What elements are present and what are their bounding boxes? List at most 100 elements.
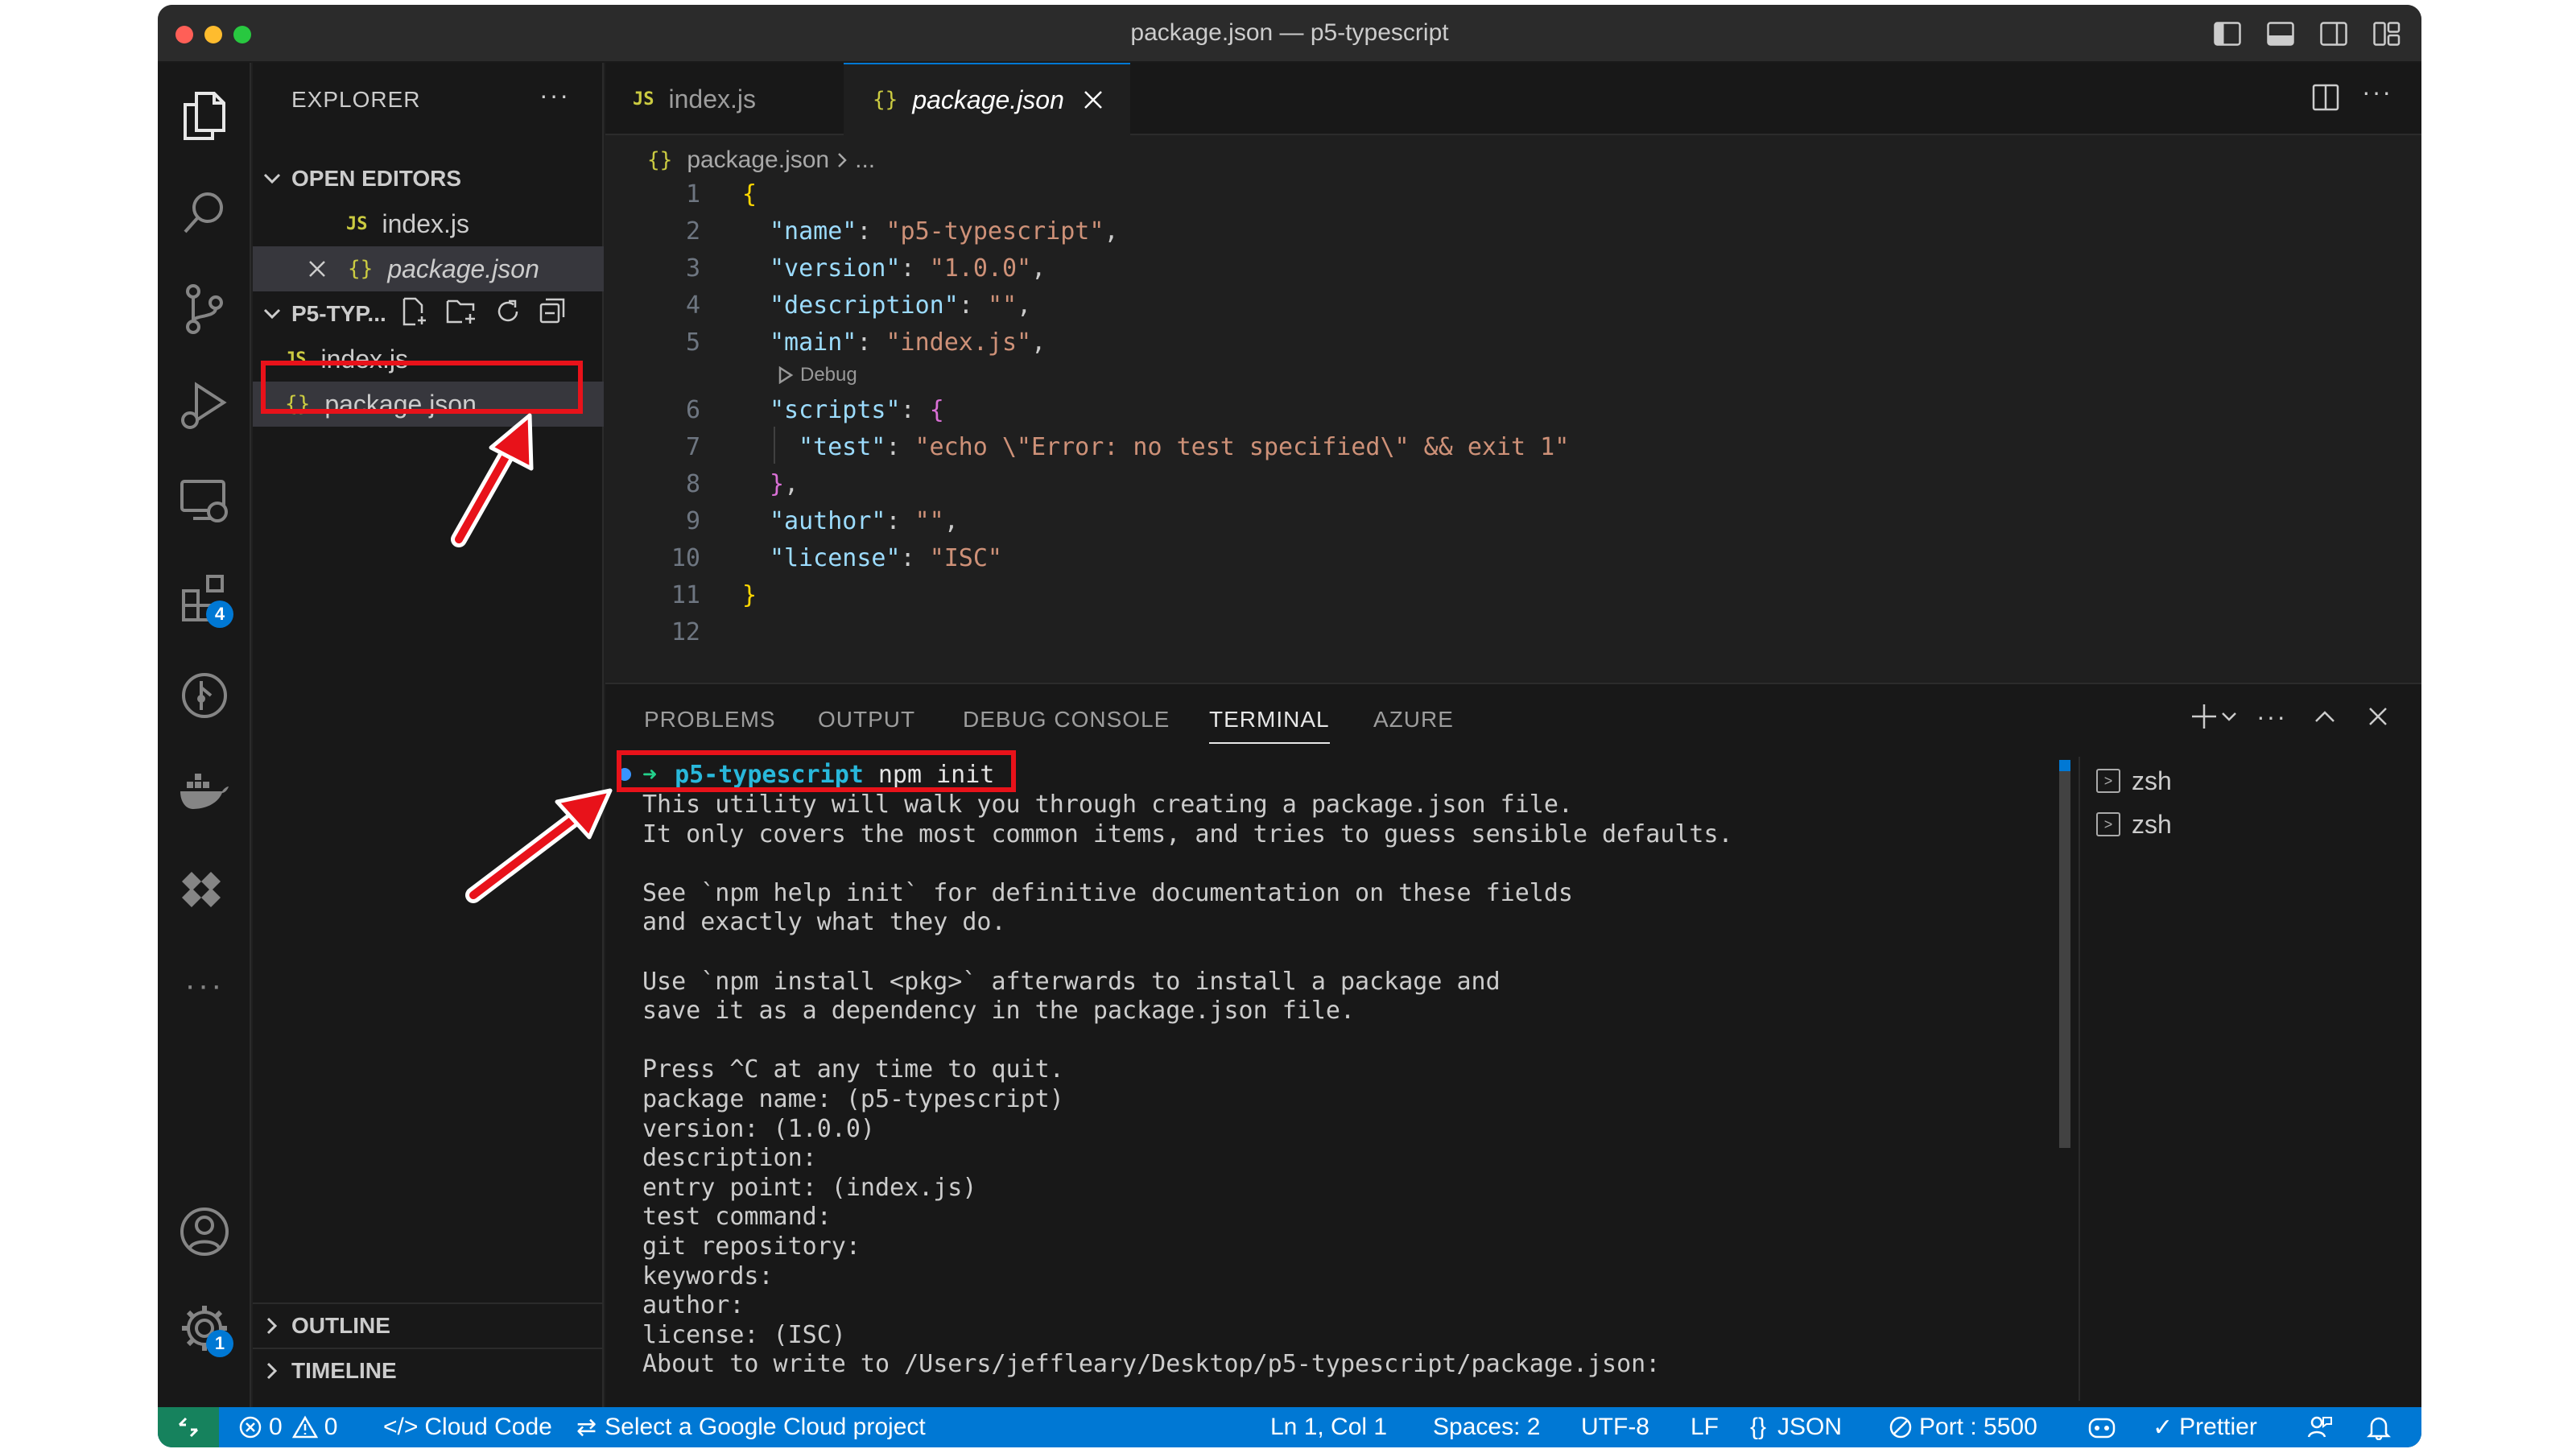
terminal-instance[interactable]: > zsh xyxy=(2096,807,2172,842)
toggle-primary-sidebar-icon[interactable] xyxy=(2211,19,2244,48)
new-file-icon[interactable] xyxy=(399,297,428,332)
terminal-output[interactable]: This utility will walk you through creat… xyxy=(642,791,2059,1380)
copilot-icon[interactable] xyxy=(2087,1407,2117,1447)
feedback-icon[interactable] xyxy=(2307,1407,2333,1447)
open-editors-label: OPEN EDITORS xyxy=(291,166,462,191)
terminal-icon: > xyxy=(2096,769,2120,793)
explorer-icon[interactable] xyxy=(172,84,237,148)
line-number: 12 xyxy=(671,618,700,646)
encoding-status[interactable]: UTF-8 xyxy=(1581,1407,1649,1447)
cursor-position-status[interactable]: Ln 1, Col 1 xyxy=(1270,1407,1387,1447)
timeline-section[interactable]: TIMELINE xyxy=(253,1348,604,1393)
explorer-sidebar: EXPLORER ··· OPEN EDITORS JS index.js {}… xyxy=(253,63,604,1407)
annotation-arrow-right-icon xyxy=(465,788,613,903)
annotation-highlight-package-json xyxy=(261,361,583,414)
refresh-icon[interactable] xyxy=(494,298,522,331)
editor-more-button[interactable]: ··· xyxy=(2362,77,2392,107)
breadcrumb-symbol[interactable]: ... xyxy=(855,147,875,174)
json-file-icon: {} xyxy=(647,148,673,172)
maximize-panel-icon[interactable] xyxy=(2304,696,2346,737)
chevron-down-icon xyxy=(253,173,291,184)
folder-section[interactable]: P5-TYP... xyxy=(253,291,604,336)
braces-icon: {} xyxy=(1750,1414,1767,1440)
gitlens-icon[interactable] xyxy=(172,663,237,728)
code-line: { xyxy=(742,180,758,208)
toggle-panel-icon[interactable] xyxy=(2264,19,2297,48)
language-status[interactable]: {} JSON xyxy=(1750,1407,1842,1447)
prettier-label: Prettier xyxy=(2179,1414,2257,1440)
chevron-right-icon xyxy=(253,1317,291,1335)
run-debug-icon[interactable] xyxy=(172,374,237,438)
tab-output[interactable]: OUTPUT xyxy=(818,707,915,733)
folder-label: P5-TYP... xyxy=(291,301,386,326)
search-icon[interactable] xyxy=(172,180,237,245)
terminal-instance[interactable]: > zsh xyxy=(2096,763,2172,799)
js-file-icon: JS xyxy=(633,89,654,109)
error-count: 0 xyxy=(269,1414,283,1440)
remote-explorer-icon[interactable] xyxy=(172,470,237,535)
editor-area: JS index.js {} package.json ··· {} packa… xyxy=(605,63,2421,683)
open-editor-item[interactable]: {} package.json xyxy=(253,246,604,291)
live-server-status[interactable]: Port : 5500 xyxy=(1889,1407,2037,1447)
tab-problems[interactable]: PROBLEMS xyxy=(644,707,776,733)
chevron-down-icon[interactable] xyxy=(2217,696,2241,737)
close-icon[interactable] xyxy=(1084,90,1103,109)
breadcrumb-file[interactable]: package.json xyxy=(687,147,829,174)
code-line: "test": "echo \"Error: no test specified… xyxy=(799,433,1570,461)
code-line: }, xyxy=(770,470,799,498)
more-views-icon[interactable]: ··· xyxy=(172,953,237,1018)
settings-badge: 1 xyxy=(206,1330,233,1357)
new-folder-icon[interactable] xyxy=(446,298,477,331)
code-line: "name": "p5-typescript", xyxy=(770,217,1119,246)
eol-status[interactable]: LF xyxy=(1690,1407,1719,1447)
terminal-icon: > xyxy=(2096,812,2120,836)
window-title: package.json — p5-typescript xyxy=(1130,19,1449,46)
line-number: 9 xyxy=(685,507,700,535)
accounts-icon[interactable] xyxy=(172,1199,237,1264)
line-number: 3 xyxy=(685,254,700,283)
docker-icon[interactable] xyxy=(172,760,237,824)
split-editor-icon[interactable] xyxy=(2312,84,2339,115)
extensions-icon[interactable]: 4 xyxy=(172,567,237,631)
tab-index-js[interactable]: JS index.js xyxy=(605,63,844,135)
tab-debug-console[interactable]: DEBUG CONSOLE xyxy=(963,707,1170,733)
problems-status[interactable]: 0 0 xyxy=(238,1407,337,1447)
tab-terminal[interactable]: TERMINAL xyxy=(1209,707,1330,744)
open-editors-section[interactable]: OPEN EDITORS xyxy=(253,156,604,201)
json-file-icon: {} xyxy=(348,257,374,281)
warning-icon xyxy=(291,1415,318,1439)
indent-guide xyxy=(774,427,775,464)
line-number: 1 xyxy=(685,180,700,208)
notifications-bell-icon[interactable] xyxy=(2367,1407,2391,1447)
explorer-more-button[interactable]: ··· xyxy=(539,80,570,110)
title-bar: package.json — p5-typescript xyxy=(158,5,2421,63)
gcp-project-status[interactable]: ⇄ Select a Google Cloud project xyxy=(576,1407,926,1447)
outline-section[interactable]: OUTLINE xyxy=(253,1302,604,1348)
collapse-all-icon[interactable] xyxy=(539,298,567,331)
close-panel-icon[interactable] xyxy=(2357,696,2399,737)
vscode-window: package.json — p5-typescript 4 ··· 1 EXP… xyxy=(158,5,2421,1447)
debug-codelens[interactable]: Debug xyxy=(778,364,857,386)
chevron-right-icon xyxy=(253,1362,291,1380)
customize-layout-icon[interactable] xyxy=(2370,19,2404,48)
terminal-scrollbar[interactable] xyxy=(2059,762,2070,1148)
toggle-secondary-sidebar-icon[interactable] xyxy=(2317,19,2351,48)
kubernetes-icon[interactable] xyxy=(172,857,237,921)
manage-gear-icon[interactable]: 1 xyxy=(172,1296,237,1360)
explorer-title: EXPLORER xyxy=(291,87,421,112)
language-label: JSON xyxy=(1777,1414,1843,1440)
remote-indicator[interactable] xyxy=(158,1407,219,1447)
cloud-code-status[interactable]: </> Cloud Code xyxy=(383,1407,552,1447)
source-control-icon[interactable] xyxy=(172,277,237,341)
cloud-code-label: Cloud Code xyxy=(424,1414,552,1440)
open-editor-item[interactable]: JS index.js xyxy=(253,201,604,246)
tab-package-json[interactable]: {} package.json xyxy=(844,63,1130,135)
switch-icon: ⇄ xyxy=(576,1414,597,1441)
prettier-status[interactable]: ✓ Prettier xyxy=(2153,1407,2257,1447)
panel-more-button[interactable]: ··· xyxy=(2251,696,2293,737)
tab-azure[interactable]: AZURE xyxy=(1373,707,1454,733)
extensions-badge: 4 xyxy=(206,601,233,628)
tab-label: package.json xyxy=(912,85,1064,114)
close-icon[interactable] xyxy=(304,260,330,278)
indentation-status[interactable]: Spaces: 2 xyxy=(1433,1407,1540,1447)
